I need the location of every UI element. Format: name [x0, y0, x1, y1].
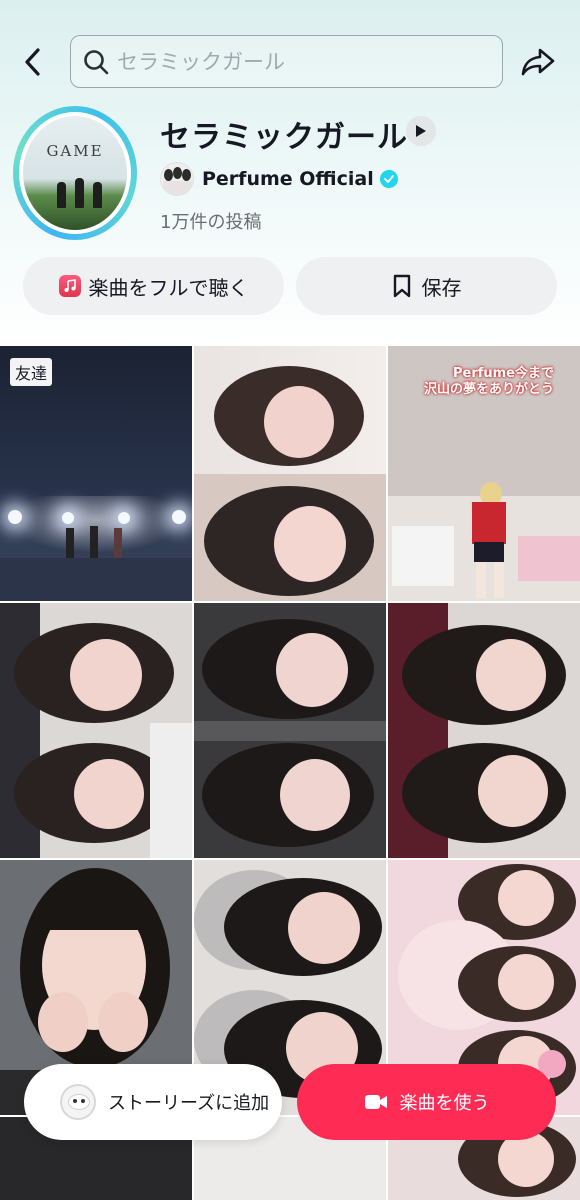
play-preview-button[interactable] [406, 116, 436, 146]
bookmark-icon [393, 274, 410, 298]
artist-link[interactable]: Perfume Official [160, 160, 398, 198]
friend-tag: 友達 [10, 358, 53, 386]
use-sound-button[interactable]: 楽曲を使う [297, 1064, 556, 1140]
back-button[interactable] [16, 42, 50, 82]
play-icon [416, 125, 426, 137]
video-caption: Perfume今まで 沢山の夢をありがとう [388, 366, 580, 398]
user-avatar [60, 1084, 96, 1120]
top-bar [0, 30, 580, 94]
cover-figure [75, 178, 84, 208]
caption-line: 沢山の夢をありがとう [423, 382, 554, 397]
artist-avatar [160, 162, 194, 196]
caption-line: Perfume今まで [452, 366, 554, 381]
cover-logo-text: GAME [46, 142, 104, 160]
bottom-action-bar: ストーリーズに追加 楽曲を使う [0, 1062, 580, 1142]
listen-full-song-button[interactable]: 楽曲をフルで聴く [23, 257, 284, 315]
search-bar[interactable] [70, 35, 503, 88]
search-icon [84, 49, 109, 74]
video-tile[interactable] [388, 603, 580, 858]
video-tile[interactable]: Perfume今まで 沢山の夢をありがとう [388, 346, 580, 601]
video-tile[interactable] [0, 603, 192, 858]
cover-figure [93, 182, 102, 208]
search-input[interactable] [117, 49, 477, 74]
chevron-left-icon [25, 48, 40, 76]
cover-figure [57, 182, 66, 208]
save-button[interactable]: 保存 [296, 257, 557, 315]
cover-frame: GAME [19, 112, 131, 234]
listen-full-song-label: 楽曲をフルで聴く [88, 275, 249, 300]
sound-title: セラミックガール [160, 120, 408, 155]
sound-cover[interactable]: GAME [13, 106, 137, 240]
video-camera-icon [364, 1095, 387, 1109]
add-to-story-button[interactable]: ストーリーズに追加 [24, 1064, 282, 1140]
artist-name: Perfume Official [202, 168, 374, 190]
post-count: 1万件の投稿 [160, 212, 262, 233]
video-tile[interactable] [194, 346, 386, 601]
share-button[interactable] [518, 42, 558, 82]
save-label: 保存 [421, 275, 462, 300]
verified-badge-icon [379, 170, 398, 188]
add-to-story-label: ストーリーズに追加 [108, 1093, 270, 1114]
action-buttons: 楽曲をフルで聴く 保存 [23, 257, 557, 315]
share-arrow-icon [521, 48, 555, 76]
cover-art: GAME [23, 116, 127, 230]
video-tile[interactable]: 友達 [0, 346, 192, 601]
apple-music-icon [58, 275, 81, 297]
video-tile[interactable] [194, 603, 386, 858]
use-sound-label: 楽曲を使う [399, 1093, 490, 1114]
